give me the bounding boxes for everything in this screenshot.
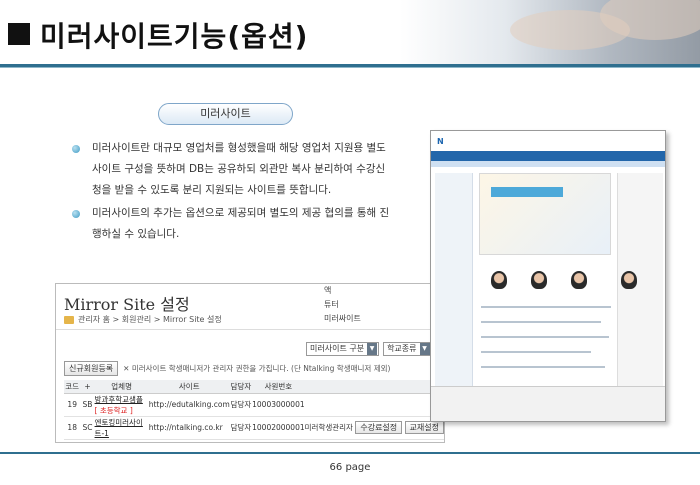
- col-header: 사이트: [148, 380, 230, 394]
- cell-name: 엔토킹미러사이트-1: [94, 416, 149, 440]
- bullet-dot-icon: [72, 210, 80, 218]
- table-header-row: 코드 + 업체명 사이트 담당자 사원번호: [64, 380, 444, 394]
- side-menu-item[interactable]: 튜터: [324, 298, 361, 312]
- site-left-column: [435, 173, 473, 413]
- site-text-line: [481, 336, 609, 338]
- cell-emp-no: 10003000001: [252, 393, 305, 417]
- bullet-item: 미러사이트의 추가는 옵션으로 제공되며 별도의 제공 협의를 통해 진행하실 …: [70, 203, 390, 245]
- site-text-line: [481, 366, 605, 368]
- tutor-photo: [531, 271, 547, 289]
- mirror-type-select[interactable]: 미러사이트 구분: [306, 342, 380, 356]
- school-type-select[interactable]: 학교종류: [383, 342, 432, 356]
- side-menu-item[interactable]: 액: [324, 284, 361, 298]
- col-header: 업체명: [94, 380, 149, 394]
- title-square-icon: [8, 23, 30, 45]
- site-logo: N: [437, 137, 444, 146]
- cell-type: SC: [80, 416, 95, 440]
- tutor-photo: [491, 271, 507, 289]
- cell-emp-no: 10002000001: [252, 416, 305, 440]
- bullet-dot-icon: [72, 145, 80, 153]
- side-menu-item[interactable]: 미러싸이트: [324, 312, 361, 326]
- bullet-text: 미러사이트란 대규모 영업처를 형성했을때 해당 영업처 지원용 별도 사이트 …: [92, 142, 386, 196]
- cell-name: 방과후학교샘플 [ 초등학교 ]: [94, 393, 149, 417]
- slide-title: 미러사이트기능(옵션): [40, 20, 309, 53]
- bullet-item: 미러사이트란 대규모 영업처를 형성했을때 해당 영업처 지원용 별도 사이트 …: [70, 138, 390, 201]
- notice-text: ✕ 미러사이트 학생매니저가 관리자 권한을 가집니다. (단 Ntalking…: [123, 364, 391, 373]
- site-nav: [431, 151, 665, 161]
- breadcrumb: 관리자 홈 > 회원관리 > Mirror Site 설정: [64, 314, 222, 325]
- section-pill: 미러사이트: [158, 103, 293, 125]
- company-link[interactable]: 엔토킹미러사이트-1: [95, 417, 149, 439]
- bullet-list: 미러사이트란 대규모 영업처를 형성했을때 해당 영업처 지원용 별도 사이트 …: [70, 138, 390, 245]
- col-header: 사원번호: [252, 380, 305, 394]
- site-text-line: [481, 321, 601, 323]
- cell-code: 19: [64, 393, 81, 417]
- tutor-photo: [571, 271, 587, 289]
- site-right-column: [617, 173, 663, 413]
- col-header: 담당자: [229, 380, 253, 394]
- site-banner-title: [491, 187, 563, 197]
- table-row: 19 SB 방과후학교샘플 [ 초등학교 ] http://edutalking…: [64, 393, 444, 417]
- mirror-site-admin-panel: Mirror Site 설정 관리자 홈 > 회원관리 > Mirror Sit…: [55, 283, 445, 443]
- header-rule-thin: [0, 67, 700, 68]
- notice-row: 신규회원등록 ✕ 미러사이트 학생매니저가 관리자 권한을 가집니다. (단 N…: [64, 361, 390, 376]
- admin-title: Mirror Site 설정: [64, 295, 190, 314]
- cell-actions: 미러학생관리자 수강료설정 교재설정: [304, 416, 444, 440]
- school-tag: [ 초등학교 ]: [94, 405, 133, 415]
- tutor-photo: [621, 271, 637, 289]
- page-number: 66 page: [329, 462, 371, 473]
- site-text-line: [481, 306, 611, 308]
- cell-site[interactable]: http://edutalking.com: [148, 393, 230, 417]
- site-footer: [431, 386, 665, 421]
- side-menu: 액 튜터 미러싸이트: [324, 284, 361, 326]
- cell-code: 18: [64, 416, 81, 440]
- company-link[interactable]: 방과후학교샘플: [95, 394, 149, 405]
- cell-manager: 담당자: [229, 416, 253, 440]
- table-row: 18 SC 엔토킹미러사이트-1 http://ntalking.co.kr 담…: [64, 416, 444, 440]
- col-header: +: [80, 380, 95, 394]
- mirror-manager-label[interactable]: 미러학생관리자: [305, 423, 353, 432]
- filter-controls: 미러사이트 구분 학교종류: [306, 342, 432, 356]
- site-subnav: [431, 161, 665, 167]
- cell-actions: [304, 393, 444, 417]
- col-header: 코드: [64, 380, 81, 394]
- textbook-settings-button[interactable]: 교재설정: [404, 421, 444, 434]
- site-banner: [479, 173, 611, 255]
- cell-site[interactable]: http://ntalking.co.kr: [148, 416, 230, 440]
- footer-rule: [0, 452, 700, 454]
- tuition-settings-button[interactable]: 수강료설정: [355, 421, 403, 434]
- new-member-button[interactable]: 신규회원등록: [64, 361, 119, 376]
- col-header: [304, 380, 444, 394]
- slide-header: 미러사이트기능(옵션): [0, 0, 700, 64]
- site-topbar: N: [431, 131, 665, 151]
- cell-type: SB: [80, 393, 95, 417]
- divider: [56, 329, 444, 330]
- site-text-line: [481, 351, 591, 353]
- header-photo: [400, 0, 700, 64]
- cell-manager: 담당자: [229, 393, 253, 417]
- mirror-site-table: 코드 + 업체명 사이트 담당자 사원번호 19 SB 방과후학교샘플 [ 초등…: [64, 380, 444, 440]
- folder-icon: [64, 315, 74, 324]
- bullet-text: 미러사이트의 추가는 옵션으로 제공되며 별도의 제공 협의를 통해 진행하실 …: [92, 207, 390, 240]
- breadcrumb-text[interactable]: 관리자 홈 > 회원관리 > Mirror Site 설정: [78, 314, 222, 325]
- mirror-site-screenshot: N: [430, 130, 666, 422]
